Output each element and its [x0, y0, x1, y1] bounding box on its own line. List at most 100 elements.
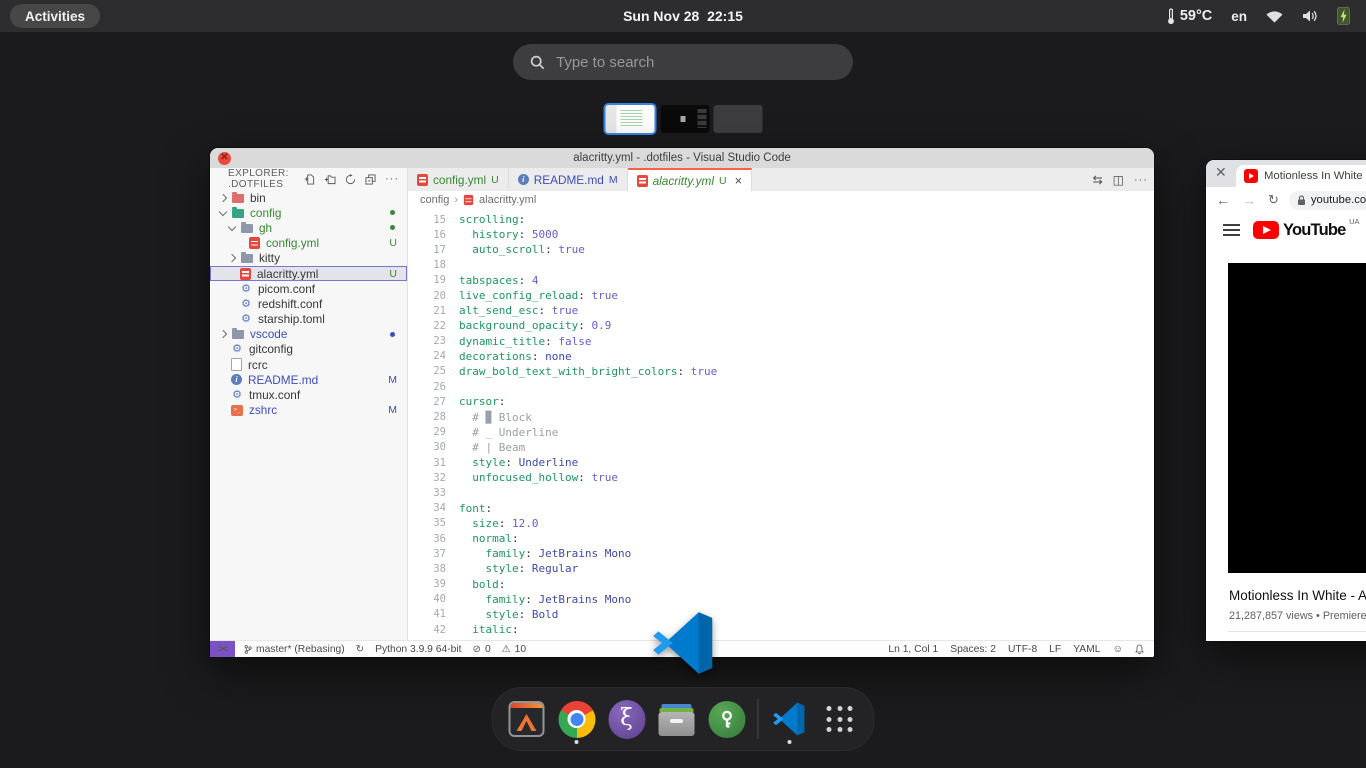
- keyboard-layout-indicator[interactable]: en: [1231, 9, 1247, 24]
- tree-item-zshrc[interactable]: >_zshrcM: [210, 403, 407, 418]
- youtube-favicon: [1244, 169, 1258, 183]
- video-player[interactable]: [1228, 263, 1366, 573]
- reload-icon[interactable]: ↻: [1268, 192, 1279, 208]
- youtube-logo[interactable]: YouTube UA: [1253, 221, 1346, 240]
- status-item-error[interactable]: ⊘0: [473, 644, 491, 655]
- tree-item-alacritty.yml[interactable]: alacritty.ymlU: [210, 266, 407, 281]
- address-bar[interactable]: youtube.com/wa: [1289, 191, 1366, 210]
- workspace-switcher: [604, 103, 763, 135]
- tree-item-gh[interactable]: gh: [210, 220, 407, 235]
- dock-item-vscode[interactable]: [771, 693, 809, 745]
- feedback-icon[interactable]: ☺: [1112, 644, 1123, 655]
- status-item-sync[interactable]: ↻: [356, 644, 364, 655]
- editor-actions[interactable]: ⇆ ◫ ···: [1093, 168, 1148, 191]
- statusbar-left: >< master* (Rebasing) ↻ Python 3.9.9 64-bit…: [210, 641, 537, 657]
- breadcrumb-file[interactable]: alacritty.yml: [479, 194, 536, 206]
- status-item[interactable]: Ln 1, Col 1: [888, 644, 938, 655]
- status-item-git-branch[interactable]: master* (Rebasing): [244, 644, 345, 655]
- tree-item-kitty[interactable]: kitty: [210, 251, 407, 266]
- line-number: 33: [408, 487, 459, 499]
- thermometer-icon: [1167, 8, 1175, 25]
- new-folder-icon[interactable]: [324, 174, 336, 185]
- tree-item-redshift.conf[interactable]: ⚙redshift.conf: [210, 296, 407, 311]
- status-item-remote-indicator[interactable]: ><: [210, 641, 235, 657]
- dock-item-files[interactable]: [658, 693, 696, 745]
- window-chrome[interactable]: ✕ Motionless In White - A ← → ↻ youtube.…: [1206, 160, 1366, 641]
- line-number: 18: [408, 259, 459, 271]
- more-actions-icon[interactable]: ···: [1134, 174, 1148, 186]
- refresh-icon[interactable]: [345, 174, 356, 185]
- status-item[interactable]: UTF-8: [1008, 644, 1037, 655]
- dock-item-chrome[interactable]: [558, 693, 596, 745]
- dock-item-keepassxc[interactable]: [708, 693, 746, 745]
- line-number: 19: [408, 274, 459, 286]
- line-number: 20: [408, 290, 459, 302]
- explorer-toolbar[interactable]: ···: [304, 173, 399, 185]
- status-item[interactable]: YAML: [1073, 644, 1100, 655]
- tree-item-bin[interactable]: bin: [210, 190, 407, 205]
- search-input[interactable]: [545, 53, 853, 72]
- breadcrumb-folder[interactable]: config: [420, 194, 449, 206]
- yaml-icon: [417, 174, 428, 186]
- tree-item-gitconfig[interactable]: ⚙gitconfig: [210, 342, 407, 357]
- volume-icon: [1302, 9, 1318, 23]
- chevron-right-icon: [228, 254, 236, 262]
- workspace-thumbnail-1[interactable]: [604, 103, 657, 135]
- tree-item-config[interactable]: config: [210, 205, 407, 220]
- dock-item-alacritty[interactable]: [508, 693, 546, 745]
- workspace-thumbnail-2[interactable]: [661, 105, 710, 133]
- tab-README.md[interactable]: iREADME.mdM: [509, 168, 628, 191]
- tree-item-tmux.conf[interactable]: ⚙tmux.conf: [210, 387, 407, 402]
- youtube-play-icon: [1253, 221, 1279, 239]
- dock-item-emacs[interactable]: ξ: [608, 693, 646, 745]
- forward-icon[interactable]: →: [1242, 192, 1256, 208]
- tab-label: alacritty.yml: [653, 174, 714, 188]
- bell-icon[interactable]: [1135, 644, 1144, 655]
- line-number: 37: [408, 548, 459, 560]
- tree-item-label: config.yml: [266, 236, 319, 250]
- status-item[interactable]: Spaces: 2: [950, 644, 996, 655]
- workspace-thumbnail-3[interactable]: [714, 105, 763, 133]
- window-close-button[interactable]: ✕: [1215, 165, 1227, 179]
- system-status-area[interactable]: 59°C en: [1167, 0, 1350, 32]
- tree-item-rcrc[interactable]: rcrc: [210, 357, 407, 372]
- tree-item-starship.toml[interactable]: ⚙starship.toml: [210, 312, 407, 327]
- code-line: 26: [408, 379, 1154, 394]
- tree-item-config.yml[interactable]: config.ymlU: [210, 236, 407, 251]
- line-number: 31: [408, 457, 459, 469]
- status-item-warning[interactable]: ⚠10: [502, 644, 526, 655]
- workspace-preview: [606, 105, 655, 133]
- vscode-titlebar[interactable]: ✕ alacritty.yml - .dotfiles - Visual Stu…: [210, 148, 1154, 168]
- search-bar[interactable]: [513, 44, 853, 80]
- tab-alacritty.yml[interactable]: alacritty.ymlU×: [628, 168, 753, 191]
- gear-icon: ⚙: [231, 343, 243, 355]
- tree-item-picom.conf[interactable]: ⚙picom.conf: [210, 281, 407, 296]
- status-item-label[interactable]: Python 3.9.9 64-bit: [375, 644, 461, 655]
- code-line: 39 bold:: [408, 577, 1154, 592]
- new-file-icon[interactable]: [304, 174, 315, 185]
- dock-item-app-grid[interactable]: [821, 693, 859, 745]
- yaml-icon: [637, 175, 648, 187]
- tab-config.yml[interactable]: config.ymlU: [408, 168, 509, 191]
- tree-item-README.md[interactable]: iREADME.mdM: [210, 372, 407, 387]
- tree-item-vscode[interactable]: vscode: [210, 327, 407, 342]
- split-editor-icon[interactable]: ◫: [1113, 173, 1124, 187]
- window-close-button[interactable]: ✕: [218, 152, 231, 165]
- browser-tab[interactable]: Motionless In White - A: [1236, 165, 1366, 187]
- activities-button[interactable]: Activities: [10, 4, 100, 28]
- code-area[interactable]: 15scrolling:16 history: 500017 auto_scro…: [408, 209, 1154, 641]
- tree-item-label: rcrc: [248, 358, 268, 372]
- line-number: 28: [408, 411, 459, 423]
- back-icon[interactable]: ←: [1216, 192, 1230, 208]
- breadcrumb[interactable]: config › alacritty.yml: [408, 191, 1154, 209]
- toggle-changes-icon[interactable]: ⇆: [1093, 173, 1103, 187]
- menu-icon[interactable]: [1223, 224, 1240, 236]
- close-icon[interactable]: ×: [735, 173, 743, 188]
- clock[interactable]: Sun Nov 28 22:15: [623, 8, 743, 24]
- more-actions-icon[interactable]: ···: [385, 173, 399, 185]
- status-item[interactable]: LF: [1049, 644, 1061, 655]
- collapse-all-icon[interactable]: [365, 174, 376, 185]
- window-vscode[interactable]: ✕ alacritty.yml - .dotfiles - Visual Stu…: [210, 148, 1154, 657]
- line-number: 22: [408, 320, 459, 332]
- tab-title: Motionless In White - A: [1264, 170, 1366, 182]
